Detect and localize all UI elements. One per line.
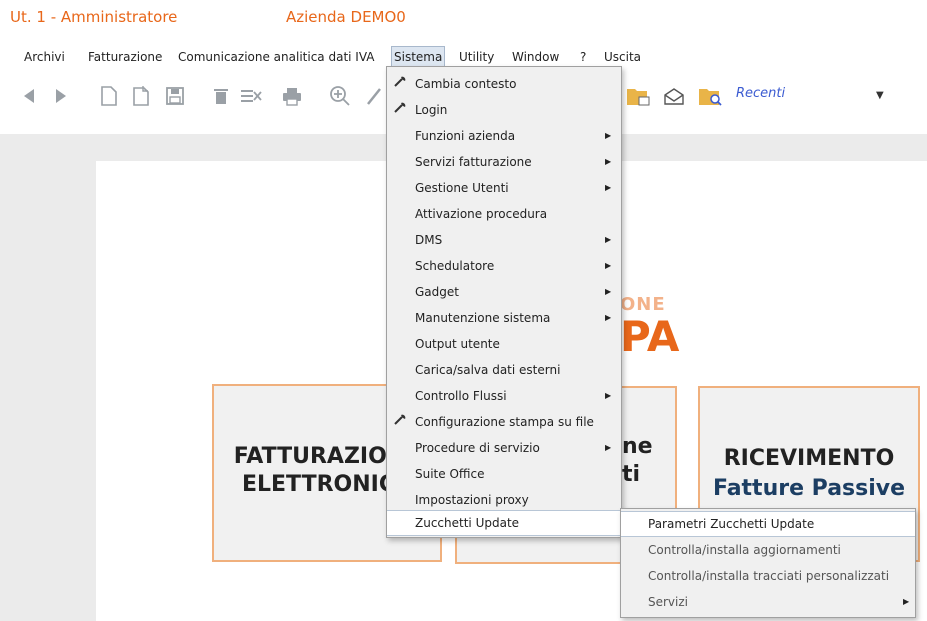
partial-toolbar-icon[interactable] bbox=[364, 80, 384, 112]
card3-title-line1: RICEVIMENTO bbox=[723, 446, 895, 471]
wrench-icon bbox=[393, 97, 407, 123]
submenu-arrow-icon: ▶ bbox=[605, 131, 612, 140]
submenu-item-controlla-tracciati[interactable]: Controlla/installa tracciati personalizz… bbox=[621, 563, 915, 589]
new-document-icon[interactable] bbox=[98, 80, 120, 112]
company-label: Azienda DEMO0 bbox=[286, 8, 406, 26]
menu-sistema[interactable]: Sistema bbox=[391, 46, 446, 68]
card-middle-line1: ne bbox=[622, 434, 653, 459]
menu-item-carica-salva-dati[interactable]: Carica/salva dati esterni bbox=[387, 357, 621, 383]
menu-window[interactable]: Window bbox=[510, 46, 561, 68]
submenu-item-parametri-zucchetti-update[interactable]: Parametri Zucchetti Update bbox=[621, 511, 915, 537]
submenu-arrow-icon: ▶ bbox=[605, 313, 612, 322]
recent-dropdown-icon[interactable]: ▼ bbox=[876, 90, 884, 101]
menu-item-zucchetti-update[interactable]: Zucchetti Update bbox=[387, 510, 621, 536]
menu-item-funzioni-azienda[interactable]: Funzioni azienda ▶ bbox=[387, 123, 621, 149]
submenu-arrow-icon: ▶ bbox=[605, 287, 612, 296]
forward-icon[interactable] bbox=[52, 80, 70, 112]
menu-fatturazione[interactable]: Fatturazione bbox=[86, 46, 164, 68]
print-icon[interactable] bbox=[280, 80, 304, 112]
submenu-arrow-icon: ▶ bbox=[605, 183, 612, 192]
menu-item-login[interactable]: Login bbox=[387, 97, 621, 123]
menu-item-cambia-contesto[interactable]: Cambia contesto bbox=[387, 71, 621, 97]
title-bar: Ut. 1 - Amministratore Azienda DEMO0 bbox=[0, 0, 927, 36]
submenu-item-controlla-aggiornamenti[interactable]: Controlla/installa aggiornamenti bbox=[621, 537, 915, 563]
menu-item-servizi-fatturazione[interactable]: Servizi fatturazione ▶ bbox=[387, 149, 621, 175]
menu-item-attivazione-procedura[interactable]: Attivazione procedura bbox=[387, 201, 621, 227]
menu-uscita[interactable]: Uscita bbox=[602, 46, 643, 68]
menu-item-procedure-servizio[interactable]: Procedure di servizio ▶ bbox=[387, 435, 621, 461]
sistema-dropdown: Cambia contesto Login Funzioni azienda ▶… bbox=[386, 66, 622, 538]
menu-item-gadget[interactable]: Gadget ▶ bbox=[387, 279, 621, 305]
submenu-arrow-icon: ▶ bbox=[605, 443, 612, 452]
wrench-icon bbox=[393, 71, 407, 97]
zoom-in-icon[interactable] bbox=[328, 80, 352, 112]
menu-item-configurazione-stampa[interactable]: Configurazione stampa su file bbox=[387, 409, 621, 435]
submenu-arrow-icon: ▶ bbox=[605, 157, 612, 166]
menu-item-suite-office[interactable]: Suite Office bbox=[387, 461, 621, 487]
menu-utility[interactable]: Utility bbox=[457, 46, 496, 68]
folder-open-icon[interactable] bbox=[624, 80, 652, 112]
menu-bar: Archivi Fatturazione Comunicazione anali… bbox=[0, 46, 927, 68]
save-icon[interactable] bbox=[164, 80, 186, 112]
delete-row-icon[interactable] bbox=[238, 80, 264, 112]
card-middle-line2: ti bbox=[622, 462, 641, 487]
card3-title-line2: Fatture Passive bbox=[712, 476, 906, 501]
zucchetti-update-submenu: Parametri Zucchetti Update Controlla/ins… bbox=[620, 508, 916, 618]
menu-item-controllo-flussi[interactable]: Controllo Flussi ▶ bbox=[387, 383, 621, 409]
menu-help[interactable]: ? bbox=[578, 46, 588, 68]
mail-icon[interactable] bbox=[662, 80, 686, 112]
user-label: Ut. 1 - Amministratore bbox=[10, 8, 178, 26]
folder-search-icon[interactable] bbox=[696, 80, 724, 112]
duplicate-document-icon[interactable] bbox=[130, 80, 152, 112]
submenu-arrow-icon: ▶ bbox=[605, 235, 612, 244]
wrench-icon bbox=[393, 409, 407, 435]
recent-label[interactable]: Recenti bbox=[736, 86, 785, 101]
submenu-arrow-icon: ▶ bbox=[605, 261, 612, 270]
menu-item-schedulatore[interactable]: Schedulatore ▶ bbox=[387, 253, 621, 279]
menu-item-output-utente[interactable]: Output utente bbox=[387, 331, 621, 357]
menu-item-dms[interactable]: DMS ▶ bbox=[387, 227, 621, 253]
menu-archivi[interactable]: Archivi bbox=[22, 46, 67, 68]
fatturazione-pa-logo: ONE PA bbox=[620, 290, 679, 366]
submenu-arrow-icon: ▶ bbox=[605, 391, 612, 400]
submenu-item-servizi[interactable]: Servizi ▶ bbox=[621, 589, 915, 615]
menu-item-manutenzione-sistema[interactable]: Manutenzione sistema ▶ bbox=[387, 305, 621, 331]
submenu-arrow-icon: ▶ bbox=[903, 597, 910, 606]
menu-comunicazione-iva[interactable]: Comunicazione analitica dati IVA bbox=[176, 46, 376, 68]
delete-icon[interactable] bbox=[210, 80, 232, 112]
menu-item-gestione-utenti[interactable]: Gestione Utenti ▶ bbox=[387, 175, 621, 201]
back-icon[interactable] bbox=[20, 80, 38, 112]
